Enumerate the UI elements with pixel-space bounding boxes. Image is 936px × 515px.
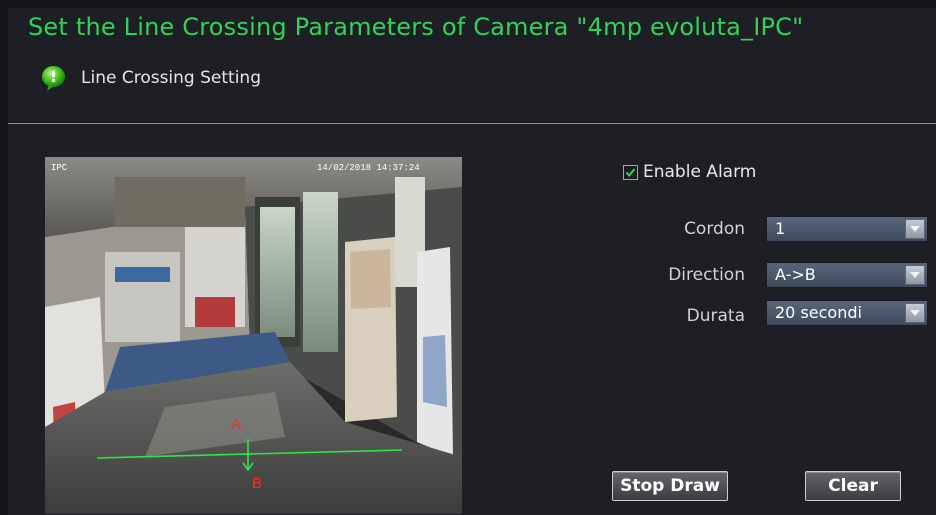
page-title: Set the Line Crossing Parameters of Came… [28,13,804,41]
durata-select[interactable]: 20 secondi [766,300,928,326]
speech-bubble-icon [40,65,67,92]
osd-timestamp: 14/02/2018 14:37:24 [317,163,420,173]
scene-door-glass [260,207,295,337]
section-header: Line Crossing Setting [40,64,261,92]
chevron-down-icon[interactable] [905,303,925,323]
enable-alarm-row[interactable]: Enable Alarm [623,162,756,182]
scene-shelf-items-2 [195,297,235,327]
scene-cabinets [115,177,245,227]
enable-alarm-label: Enable Alarm [643,162,757,182]
cordon-value: 1 [775,219,786,238]
durata-value: 20 secondi [775,303,862,322]
chevron-down-icon[interactable] [905,219,925,239]
point-a-label: A [231,416,241,433]
clear-button[interactable]: Clear [805,471,901,501]
chevron-down-icon[interactable] [905,265,925,285]
section-label: Line Crossing Setting [81,68,261,88]
direction-select[interactable]: A->B [766,262,928,288]
direction-label: Direction [668,265,745,285]
camera-preview[interactable]: IPC 14/02/2018 14:37:24 A B [45,157,462,514]
stop-draw-button[interactable]: Stop Draw [612,471,728,501]
divider [8,123,936,124]
scene-window [303,192,338,352]
enable-alarm-checkbox[interactable] [623,164,638,180]
scene-shelf-items [115,267,170,282]
scene-box-stack-detail [350,249,391,309]
direction-value: A->B [775,265,816,284]
scene-banner-detail [423,335,447,407]
scene-shelf-1 [105,252,180,342]
osd-channel: IPC [51,163,68,173]
cordon-select[interactable]: 1 [766,216,928,242]
point-b-label: B [252,475,262,492]
durata-label: Durata [686,306,745,326]
check-icon [625,167,636,177]
cordon-label: Cordon [684,219,745,239]
